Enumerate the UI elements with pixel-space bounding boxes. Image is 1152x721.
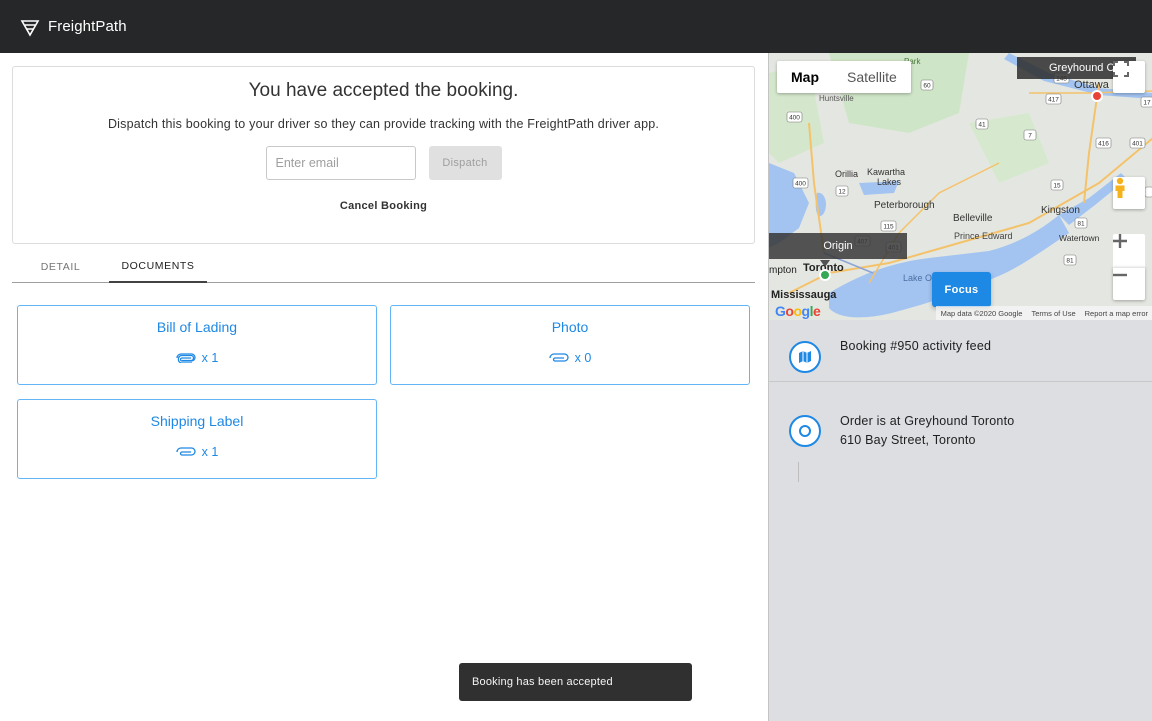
booking-accepted-card: You have accepted the booking. Dispatch … [12,66,755,244]
highway-shield: 115 [883,224,894,231]
map-type-satellite-button[interactable]: Satellite [833,61,911,93]
pegman-icon [1115,177,1125,198]
origin-map-label[interactable]: Origin [769,233,907,259]
freightpath-logo-icon[interactable] [20,17,40,37]
fullscreen-button[interactable] [1113,61,1145,93]
map-label-watertown: Watertown [1059,233,1100,243]
document-count-label: x 1 [201,445,219,459]
document-count: x 0 [391,351,749,365]
app-brand[interactable]: FreightPath [48,18,127,35]
document-count: x 1 [18,445,376,459]
map-label-mississauga: Mississauga [771,289,837,301]
snackbar-notification: Booking has been accepted [459,663,692,701]
booking-main-panel: You have accepted the booking. Dispatch … [0,53,768,721]
highway-shield: 17 [1143,100,1151,107]
document-title: Photo [551,319,589,335]
document-count-label: x 1 [201,351,219,365]
paperclip-icon [176,353,196,363]
highway-shield: 15 [1053,183,1061,190]
map-label-prince-edward: Prince Edward [954,231,1013,241]
map-label-brampton: mpton [769,265,797,276]
map-label-orillia: Orillia [835,169,858,179]
feed-event-status: Order is at Greyhound Toronto [840,414,1015,428]
destination-marker-icon[interactable] [1091,90,1103,102]
document-card-shipping-label[interactable]: Shipping Label x 1 [17,399,377,479]
map-data-attribution: Map data ©2020 Google [940,308,1023,318]
highway-shield: 417 [1048,97,1059,104]
map-label-huntsville: Huntsville [819,94,854,103]
document-title: Bill of Lading [156,319,238,335]
map-label-ottawa: Ottawa [1074,79,1110,91]
dispatch-button[interactable]: Dispatch [428,146,502,180]
highway-shield: 401 [1132,141,1143,148]
street-view-pegman-button[interactable] [1113,177,1145,209]
map-label-belleville: Belleville [953,213,993,224]
highway-shield: 81 [1077,221,1085,228]
highway-shield: 7 [1028,133,1032,140]
paperclip-icon [176,447,196,456]
map-attribution-footer: Map data ©2020 Google Terms of Use Repor… [935,306,1152,320]
map-label-lake-ontario: Lake O [903,273,932,283]
terms-of-use-link[interactable]: Terms of Use [1031,309,1075,318]
activity-feed-title: Booking #950 activity feed [840,339,992,353]
highway-shield: 400 [789,115,800,122]
dispatch-form: Dispatch [13,146,754,180]
app-bar: FreightPath [0,0,1152,53]
highway-shield: 60 [923,83,931,90]
cancel-booking-button[interactable]: Cancel Booking [340,200,427,212]
tab-detail[interactable]: DETAIL [12,250,109,283]
accepted-title: You have accepted the booking. [248,80,519,101]
document-count: x 1 [18,351,376,365]
zoom-out-button[interactable] [1113,267,1145,300]
map-type-map-button[interactable]: Map [777,61,833,93]
activity-feed-header: Booking #950 activity feed [769,320,1152,382]
accepted-subtitle: Dispatch this booking to your driver so … [107,117,660,131]
document-count-label: x 0 [574,351,592,365]
highway-shield: 400 [795,181,806,188]
map-focus-button[interactable]: Focus [932,272,991,307]
origin-marker-icon[interactable] [819,269,831,281]
highway-shield: 416 [1098,141,1109,148]
paperclip-icon [549,353,569,362]
fullscreen-icon [1113,61,1129,77]
driver-email-input[interactable] [265,146,416,180]
highway-shield: 41 [978,122,986,129]
document-title: Shipping Label [150,413,244,429]
minus-icon [1113,273,1127,277]
activity-panel: Huntsville Orillia Kawartha Lakes Peterb… [768,53,1152,721]
map-label-kawartha: Kawartha [867,167,905,177]
report-map-error-link[interactable]: Report a map error [1085,309,1148,318]
map-icon [789,341,821,373]
location-ring-icon [789,415,821,447]
map-label-kingston: Kingston [1041,205,1080,216]
zoom-in-button[interactable] [1113,234,1145,267]
feed-event-address: 610 Bay Street, Toronto [840,433,976,447]
plus-icon [1113,234,1127,248]
highway-shield: 12 [838,189,846,196]
map-label-peterborough: Peterborough [874,200,935,211]
google-logo[interactable]: Google [775,303,821,319]
route-map[interactable]: Huntsville Orillia Kawartha Lakes Peterb… [769,53,1152,320]
map-type-control: Map Satellite [777,61,911,93]
map-label-lakes: Lakes [877,177,902,187]
timeline-connector [798,462,799,482]
tab-documents[interactable]: DOCUMENTS [109,250,207,283]
highway-shield: 81 [1066,258,1074,265]
document-card-photo[interactable]: Photo x 0 [390,305,750,385]
booking-tabs: DETAIL DOCUMENTS [12,250,755,283]
document-card-bill-of-lading[interactable]: Bill of Lading x 1 [17,305,377,385]
